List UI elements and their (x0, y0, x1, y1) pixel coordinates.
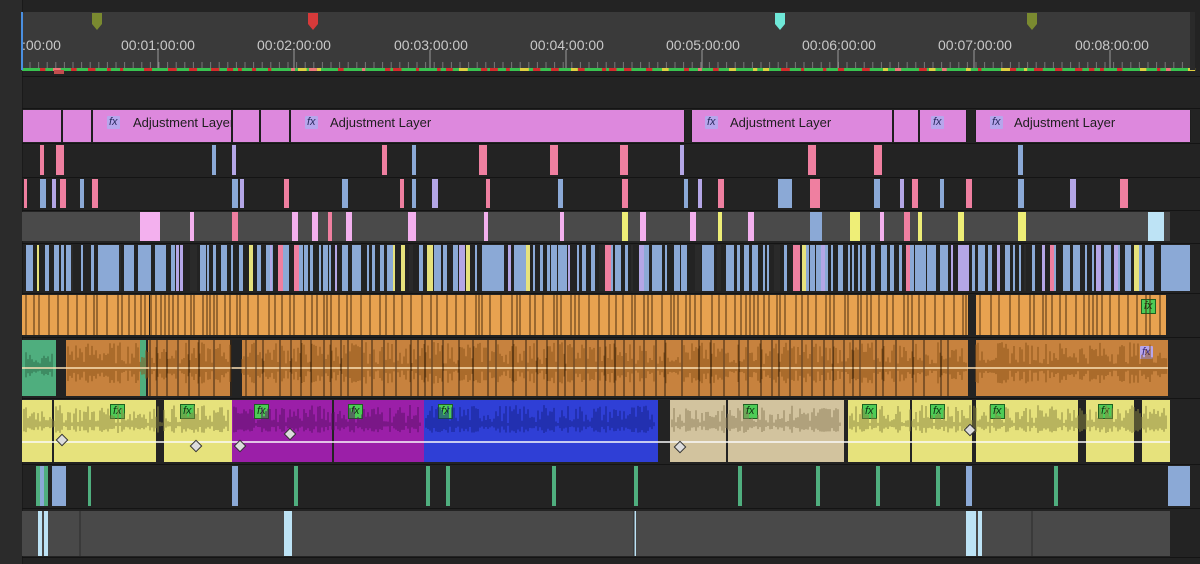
render-bar-segment (437, 68, 441, 71)
render-bar-segment (801, 68, 805, 71)
render-bar-segment (646, 68, 653, 71)
render-bar-segment (684, 68, 689, 71)
render-bar-segment (1100, 68, 1104, 71)
render-bar-segment (753, 68, 758, 71)
render-bar-segment (309, 68, 317, 71)
render-bar-segment (1034, 68, 1043, 71)
render-bar-segment (919, 68, 927, 71)
timeline-panel[interactable]: :00:00 00:01:00:00 00:02:00:00 00:03:00:… (0, 0, 1200, 564)
render-bar-segment (551, 68, 559, 71)
render-bar-segment (40, 68, 46, 71)
render-bar-segment (416, 68, 420, 71)
render-bar-segment (227, 68, 234, 71)
render-bar-segment (571, 68, 578, 71)
render-bar-segment (942, 68, 947, 71)
render-bar-segment (168, 68, 177, 71)
render-bar-segment (1117, 68, 1123, 71)
ruler-overlay (21, 12, 1196, 74)
render-bar-segment (252, 68, 257, 71)
marker-cyan (775, 13, 785, 30)
render-bar-segment (107, 68, 111, 71)
render-bar-segment (88, 68, 96, 71)
render-bar-segment (662, 68, 669, 71)
render-bar-segment (781, 68, 790, 71)
render-bar-segment (71, 68, 77, 71)
render-bar-segment (895, 68, 902, 71)
render-bar-segment (966, 68, 971, 71)
render-bar-segment (298, 68, 307, 71)
render-bar-segment (317, 68, 321, 71)
render-bar-segment (291, 68, 295, 71)
marker-red (308, 13, 318, 30)
render-bar-segment (698, 68, 702, 71)
render-bar-segment (211, 68, 220, 71)
render-bar-segment (393, 68, 402, 71)
render-bar-segment (506, 68, 510, 71)
render-bar-segment (929, 68, 936, 71)
render-bar-segment (533, 68, 541, 71)
render-bar-segment (1010, 68, 1017, 71)
render-bar-segment (1024, 68, 1028, 71)
render-bar-segment (823, 68, 827, 71)
render-bar-segment (883, 68, 888, 71)
render-bar-segment (238, 68, 242, 71)
in-point-marker (54, 70, 64, 74)
render-bar-segment (602, 68, 607, 71)
render-bar-segment (624, 68, 632, 71)
render-bar-segment (838, 68, 845, 71)
render-bar-segment (978, 68, 982, 71)
render-bar-segment (385, 68, 391, 71)
marker-olive-2 (1027, 13, 1037, 30)
render-bar-segment (481, 68, 488, 71)
marker-olive-1 (92, 13, 102, 30)
render-bar-segment (1055, 68, 1063, 71)
render-bar-segment (609, 68, 617, 71)
render-bar (22, 68, 1192, 71)
render-bar-segment (362, 68, 366, 71)
render-bar-segment (1157, 68, 1161, 71)
render-bar-segment (338, 68, 344, 71)
ruler-scroll-edge (1190, 12, 1195, 70)
render-bar-segment (1089, 68, 1095, 71)
render-bar-segment (459, 68, 468, 71)
render-bar-segment (729, 68, 736, 71)
track-area: fx Adjustment Layer fx Adjustment Layer … (0, 0, 1200, 564)
render-bar-segment (862, 68, 870, 71)
render-bar-segment (189, 68, 198, 71)
render-bar-segment (520, 68, 529, 71)
render-bar-segment (268, 68, 272, 71)
render-bar-segment (490, 68, 498, 71)
render-bar-segment (763, 68, 770, 71)
render-bar-segment (1140, 68, 1147, 71)
render-bar-segment (1001, 68, 1010, 71)
render-bar-segment (1166, 68, 1171, 71)
render-bar-segment (144, 68, 152, 71)
render-bar-segment (1075, 68, 1083, 71)
render-bar-segment (446, 68, 453, 71)
render-bar-segment (578, 68, 585, 71)
render-bar-segment (120, 68, 124, 71)
render-bar-segment (713, 68, 719, 71)
